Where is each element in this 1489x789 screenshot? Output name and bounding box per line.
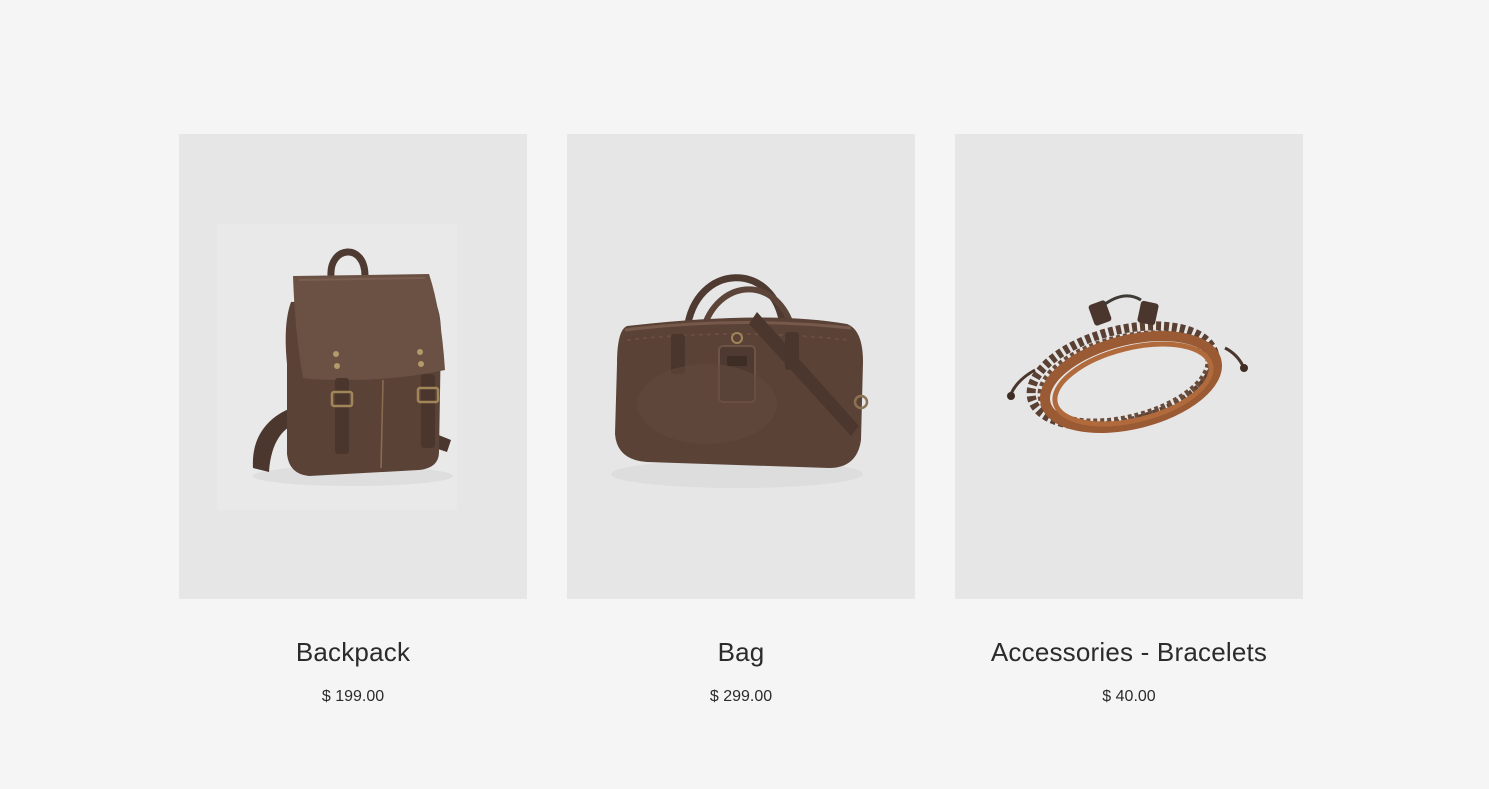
- product-card-bracelets[interactable]: Accessories - Bracelets $ 40.00: [955, 134, 1303, 707]
- product-name[interactable]: Backpack: [296, 636, 410, 668]
- product-image-bag[interactable]: [567, 134, 915, 599]
- product-price: $ 40.00: [1102, 688, 1156, 705]
- product-name[interactable]: Bag: [718, 636, 765, 668]
- product-price: $ 199.00: [321, 688, 385, 705]
- product-image-backpack[interactable]: [179, 134, 527, 599]
- product-grid: Backpack $ 199.00 Bag $ 299.00 Accessori…: [179, 134, 1303, 707]
- backpack-image: [217, 224, 457, 510]
- product-card-bag[interactable]: Bag $ 299.00: [567, 134, 915, 707]
- leather-bracelet-image: [1007, 294, 1248, 433]
- product-image-bracelets[interactable]: [955, 134, 1303, 599]
- product-price: $ 299.00: [709, 688, 773, 705]
- product-card-backpack[interactable]: Backpack $ 199.00: [179, 134, 527, 707]
- product-name[interactable]: Accessories - Bracelets: [991, 636, 1267, 668]
- duffel-bag-image: [611, 274, 869, 488]
